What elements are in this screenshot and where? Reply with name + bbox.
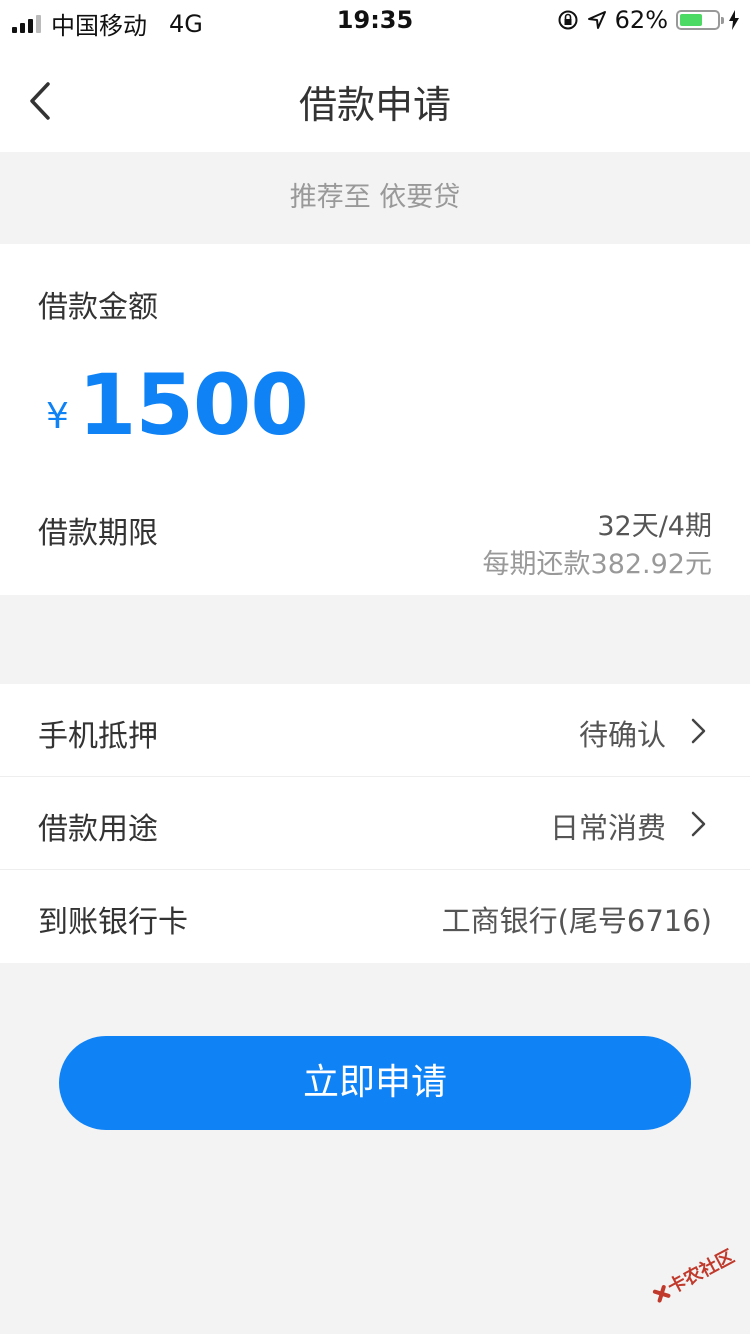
- chevron-right-icon: [691, 811, 706, 837]
- amount-card: 借款金额 ¥ 1500 借款期限 32天/4期 每期还款382.92元: [0, 244, 750, 595]
- status-bar: 中国移动 4G 19:35 62%: [0, 0, 750, 40]
- row-value: 日常消费: [549, 811, 666, 845]
- apply-button[interactable]: 立即申请: [59, 1036, 691, 1130]
- detail-list: 手机抵押 待确认 借款用途 日常消费 到账银行卡 工商银行(尾号6716): [0, 684, 750, 963]
- battery-percent: 62%: [614, 6, 668, 34]
- status-right: 62%: [557, 6, 740, 34]
- row-bank-card: 到账银行卡 工商银行(尾号6716): [0, 870, 750, 963]
- row-loan-purpose[interactable]: 借款用途 日常消费: [0, 777, 750, 870]
- term-label: 借款期限: [38, 516, 158, 551]
- recommend-banner: 推荐至 依要贷: [289, 182, 461, 213]
- page-title: 借款申请: [298, 83, 451, 127]
- watermark-logo: 卡农社区: [652, 1245, 738, 1303]
- orientation-lock-icon: [558, 10, 578, 30]
- chevron-right-icon: [691, 718, 706, 744]
- watermark-text: 卡农社区: [664, 1245, 738, 1298]
- row-value: 工商银行(尾号6716): [441, 904, 712, 938]
- per-period-repayment: 每期还款382.92元: [482, 549, 712, 580]
- amount-label: 借款金额: [38, 290, 158, 325]
- row-label: 借款用途: [38, 812, 158, 847]
- nav-bar: 借款申请: [0, 40, 750, 152]
- battery-level: [680, 14, 703, 26]
- row-label: 到账银行卡: [38, 905, 188, 940]
- charging-icon: [729, 10, 739, 30]
- row-phone-mortgage[interactable]: 手机抵押 待确认: [0, 684, 750, 777]
- term-value: 32天/4期: [597, 511, 712, 542]
- amount-value: 1500: [78, 356, 309, 454]
- currency-symbol: ¥: [46, 396, 69, 437]
- location-icon: [587, 11, 606, 29]
- row-value: 待确认: [578, 718, 666, 752]
- battery-icon: [676, 10, 724, 30]
- row-label: 手机抵押: [38, 719, 158, 754]
